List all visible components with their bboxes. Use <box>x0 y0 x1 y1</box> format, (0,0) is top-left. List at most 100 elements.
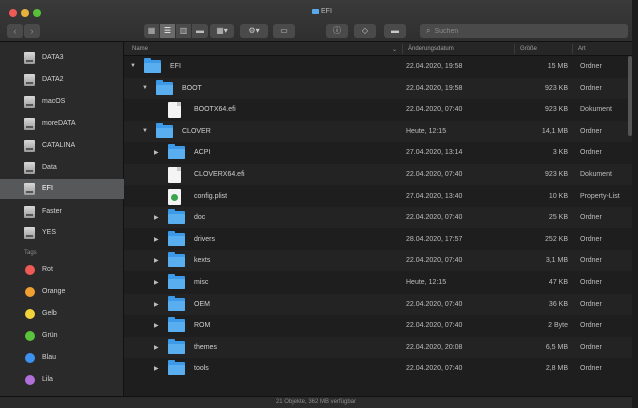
file-name: themes <box>194 343 217 351</box>
group-button[interactable]: ▦▾ <box>210 24 234 38</box>
table-row[interactable]: BOOTX64.efi 22.04.2020, 07:40 923 KB Dokume… <box>124 99 632 120</box>
sidebar-tag-rot[interactable]: Rot <box>0 260 124 280</box>
share-button[interactable]: ▭ <box>273 24 295 38</box>
share-icon: ▭ <box>280 26 288 35</box>
table-row[interactable]: ▶ doc 22.04.2020, 07:40 25 KB Ordner <box>124 207 632 229</box>
table-row[interactable]: ▶ ACPI 27.04.2020, 13:14 3 KB Ordner <box>124 142 632 163</box>
file-list: Name ⌄ Änderungsdatum Größe Art ▼ EFI 22.0… <box>124 42 632 396</box>
sidebar-item-faster[interactable]: Faster <box>0 202 124 222</box>
file-date: 22.04.2020, 07:40 <box>406 365 463 373</box>
sidebar-item-label: Blau <box>42 354 57 361</box>
file-kind: Ordner <box>580 127 602 135</box>
disclosure-closed-icon[interactable]: ▶ <box>154 149 159 156</box>
sidebar-item-label: Data <box>42 164 57 171</box>
close-window-button[interactable] <box>9 9 17 17</box>
search-field[interactable]: ⌕ <box>420 24 628 38</box>
disclosure-open-icon[interactable]: ▼ <box>142 128 148 134</box>
info-icon: ⓘ <box>333 26 341 35</box>
info-button[interactable]: ⓘ <box>326 24 348 38</box>
file-size: 2 Byte <box>548 322 568 330</box>
folder-icon <box>156 122 173 138</box>
zoom-window-button[interactable] <box>33 9 41 17</box>
back-button[interactable]: ‹ <box>7 24 23 38</box>
folder-icon <box>168 230 185 246</box>
orange-tag-icon <box>25 287 35 297</box>
sidebar-item-data2[interactable]: DATA2 <box>0 70 124 90</box>
table-row[interactable]: ▼ BOOT 22.04.2020, 19:58 923 KB Ordner <box>124 77 632 99</box>
file-date: 22.04.2020, 07:40 <box>406 257 463 265</box>
green-tag-icon <box>25 331 35 341</box>
table-row[interactable]: ▶ drivers 28.04.2020, 17:57 252 KB Ordner <box>124 229 632 250</box>
blue-tag-icon <box>25 353 35 363</box>
sidebar-item-data[interactable]: Data <box>0 158 124 178</box>
tags-button[interactable]: ◇ <box>354 24 376 38</box>
column-header-date[interactable]: Änderungsdatum <box>408 46 454 52</box>
file-name: kexts <box>194 257 211 265</box>
disclosure-closed-icon[interactable]: ▶ <box>154 301 159 308</box>
file-kind: Dokument <box>580 171 612 178</box>
disclosure-closed-icon[interactable]: ▶ <box>154 344 159 351</box>
table-row[interactable]: ▶ ROM 22.04.2020, 07:40 2 Byte Ordner <box>124 315 632 336</box>
disclosure-closed-icon[interactable]: ▶ <box>154 214 159 221</box>
sidebar-item-catalina[interactable]: CATALINA <box>0 136 124 156</box>
disclosure-closed-icon[interactable]: ▶ <box>154 257 159 264</box>
window-title-text: EFI <box>321 8 332 15</box>
search-icon: ⌕ <box>426 26 431 35</box>
chevron-right-icon: › <box>30 26 34 36</box>
minimize-window-button[interactable] <box>21 9 29 17</box>
gallery-view-button[interactable]: ▬ <box>192 24 208 38</box>
column-header-kind[interactable]: Art <box>578 46 586 52</box>
sidebar-item-yes[interactable]: YES <box>0 223 124 243</box>
file-date: 22.04.2020, 07:40 <box>406 322 463 330</box>
file-kind: Ordner <box>580 343 602 351</box>
table-row[interactable]: ▶ misc Heute, 12:15 47 KB Ordner <box>124 272 632 293</box>
table-row[interactable]: CLOVERX64.efi 22.04.2020, 07:40 923 KB Doku… <box>124 164 632 185</box>
finder-window: ‹ › EFI ▦ ☰ ▥ ▬ ▦▾ ⚙▾ ▭ ⓘ ◇ ▬ ⌕ DATA3 DA… <box>0 0 632 408</box>
table-row[interactable]: ▶ tools 22.04.2020, 07:40 2,8 MB Ordner <box>124 358 632 379</box>
list-view-button[interactable]: ☰ <box>160 24 176 38</box>
column-header-name[interactable]: Name <box>132 46 148 52</box>
purple-tag-icon <box>25 375 35 385</box>
drive-icon <box>24 96 35 108</box>
file-date: 27.04.2020, 13:40 <box>406 192 463 200</box>
vertical-scrollbar[interactable] <box>628 56 632 136</box>
file-kind: Dokument <box>580 106 612 114</box>
disclosure-closed-icon[interactable]: ▶ <box>154 365 159 372</box>
table-row[interactable]: ▶ themes 22.04.2020, 20:08 6,5 MB Ordner <box>124 336 632 358</box>
sidebar-item-data3[interactable]: DATA3 <box>0 48 124 68</box>
disclosure-closed-icon[interactable]: ▶ <box>154 279 159 286</box>
file-name: doc <box>194 214 206 222</box>
disclosure-open-icon[interactable]: ▼ <box>142 85 148 91</box>
sidebar-tag-gelb[interactable]: Gelb <box>0 304 124 324</box>
sidebar-item-label: macOS <box>42 98 66 105</box>
search-input[interactable] <box>434 27 615 35</box>
sidebar-tag-gruen[interactable]: Grün <box>0 326 124 346</box>
file-size: 47 KB <box>548 279 568 286</box>
icon-view-button[interactable]: ▦ <box>144 24 160 38</box>
table-row[interactable]: ▼ CLOVER Heute, 12:15 14,1 MB Ordner <box>124 120 632 142</box>
sidebar-item-macos[interactable]: macOS <box>0 92 124 112</box>
action-button[interactable]: ⚙▾ <box>240 24 268 38</box>
table-row[interactable]: config.plist 27.04.2020, 13:40 10 KB Proper… <box>124 186 632 207</box>
sidebar-tag-blau[interactable]: Blau <box>0 348 124 368</box>
file-kind: Ordner <box>580 279 602 286</box>
sidebar-tag-orange[interactable]: Orange <box>0 282 124 302</box>
sidebar-item-moredata[interactable]: moreDATA <box>0 114 124 134</box>
table-row[interactable]: ▶ OEM 22.04.2020, 07:40 36 KB Ordner <box>124 293 632 315</box>
sidebar-tag-lila[interactable]: Lila <box>0 370 124 390</box>
new-folder-button[interactable]: ▬ <box>384 24 406 38</box>
column-header-size[interactable]: Größe <box>520 46 537 52</box>
disclosure-closed-icon[interactable]: ▶ <box>154 322 159 329</box>
sidebar-item-label: Lila <box>42 376 53 383</box>
disclosure-closed-icon[interactable]: ▶ <box>154 236 159 243</box>
file-date: 27.04.2020, 13:14 <box>406 149 463 157</box>
sidebar-item-efi[interactable]: EFI <box>0 179 124 199</box>
file-name: ACPI <box>194 149 211 157</box>
column-view-button[interactable]: ▥ <box>176 24 192 38</box>
table-row[interactable]: ▼ EFI 22.04.2020, 19:58 15 MB Ordner <box>124 56 632 77</box>
folder-icon <box>168 360 185 376</box>
disclosure-open-icon[interactable]: ▼ <box>130 63 136 69</box>
table-row[interactable]: ▶ kexts 22.04.2020, 07:40 3,1 MB Ordner <box>124 250 632 272</box>
forward-button[interactable]: › <box>24 24 40 38</box>
drive-icon <box>24 183 35 195</box>
